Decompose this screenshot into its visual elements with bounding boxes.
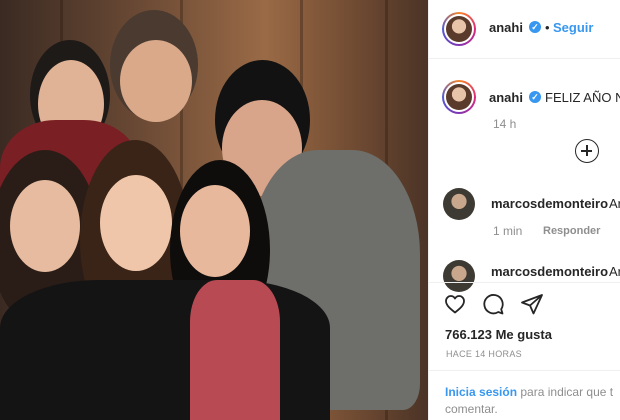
post-photo[interactable]: [0, 0, 428, 420]
divider: [429, 282, 620, 283]
comment-text: Ar: [609, 196, 620, 211]
verified-badge-icon: ✓: [529, 21, 541, 33]
comment-username[interactable]: marcosdemonteiro: [491, 196, 608, 211]
likes-count[interactable]: 766.123 Me gusta: [445, 327, 552, 342]
caption-time[interactable]: 14 h: [493, 117, 516, 131]
verified-badge-icon: ✓: [529, 91, 541, 103]
header-username[interactable]: anahi: [489, 20, 523, 35]
comment-text: Ar: [609, 264, 620, 279]
divider: [429, 370, 620, 371]
comment-username[interactable]: marcosdemonteiro: [491, 264, 608, 279]
comment-avatar[interactable]: [443, 188, 475, 220]
login-prompt-text-2: comentar.: [445, 402, 498, 416]
person-face: [180, 185, 250, 277]
post-sidebar: anahi ✓ • Seguir anahi ✓ FELIZ AÑO N 14 …: [428, 0, 620, 420]
divider: [429, 58, 620, 59]
person-face: [100, 175, 172, 271]
login-prompt: Inicia sesión para indicar que t: [445, 385, 613, 399]
post-timestamp[interactable]: HACE 14 HORAS: [446, 349, 522, 359]
caption-avatar[interactable]: [442, 80, 476, 114]
comment-time[interactable]: 1 min: [493, 224, 522, 238]
avatar-image: [446, 16, 472, 42]
plus-circle-icon[interactable]: [575, 139, 599, 163]
share-icon[interactable]: [520, 292, 544, 316]
heart-icon[interactable]: [443, 292, 467, 316]
login-link[interactable]: Inicia sesión: [445, 385, 517, 399]
comment-avatar[interactable]: [443, 260, 475, 292]
separator-dot: •: [545, 20, 550, 35]
header-avatar[interactable]: [442, 12, 476, 46]
person-patterned-top: [190, 280, 280, 420]
comment-icon[interactable]: [481, 292, 505, 316]
group-bodies: [0, 280, 330, 420]
reply-button[interactable]: Responder: [543, 225, 600, 237]
follow-button[interactable]: Seguir: [553, 20, 593, 35]
caption-username[interactable]: anahi: [489, 90, 523, 105]
person-face: [10, 180, 80, 272]
person-face: [120, 40, 192, 122]
avatar-image: [446, 84, 472, 110]
caption-text: FELIZ AÑO N: [545, 90, 620, 105]
login-prompt-text: para indicar que t: [520, 385, 614, 399]
